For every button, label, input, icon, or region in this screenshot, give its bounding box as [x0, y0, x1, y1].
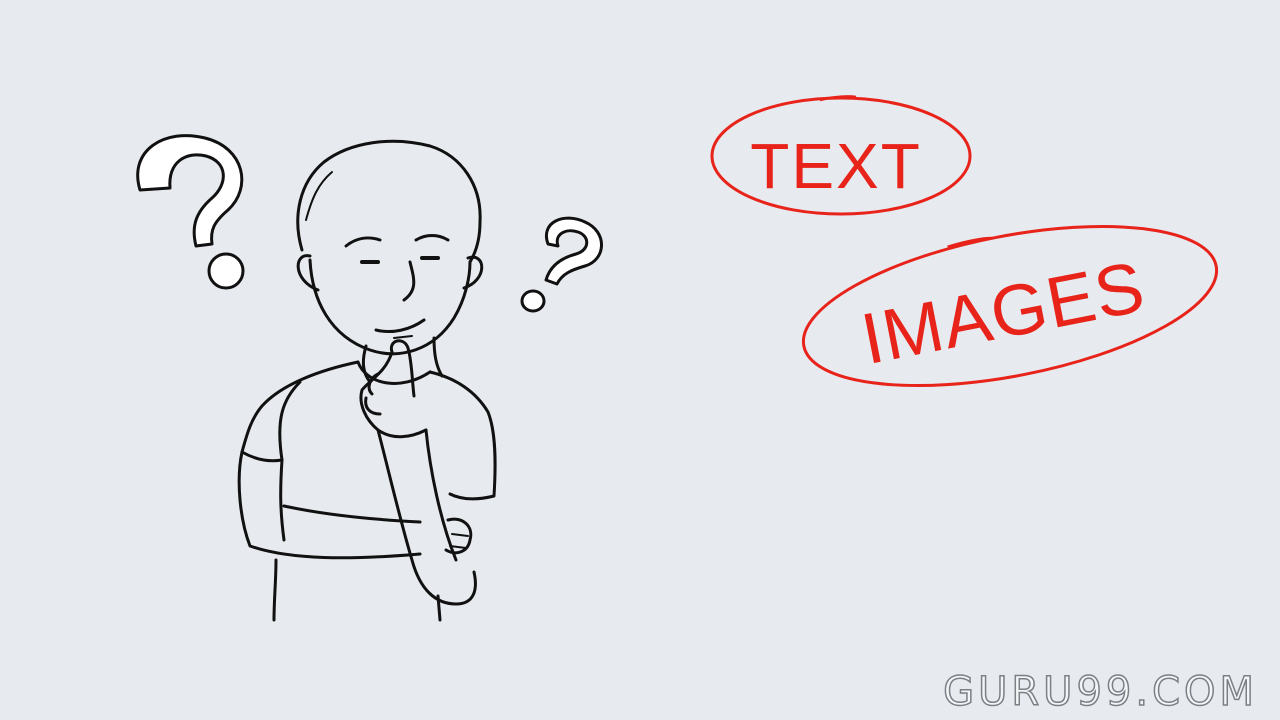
text-label: TEXT	[750, 130, 922, 202]
thinking-person-illustration	[237, 139, 497, 622]
images-label-circle: IMAGES	[801, 224, 1219, 388]
video-frame: TEXT IMAGES GURU99.COM	[0, 0, 1280, 720]
text-label-circle: TEXT	[710, 95, 972, 216]
images-label: IMAGES	[855, 247, 1151, 380]
question-mark-icon	[136, 134, 245, 290]
site-watermark: GURU99.COM	[942, 669, 1258, 715]
scene-illustration: TEXT IMAGES	[136, 95, 1219, 622]
question-mark-icon	[520, 216, 603, 313]
